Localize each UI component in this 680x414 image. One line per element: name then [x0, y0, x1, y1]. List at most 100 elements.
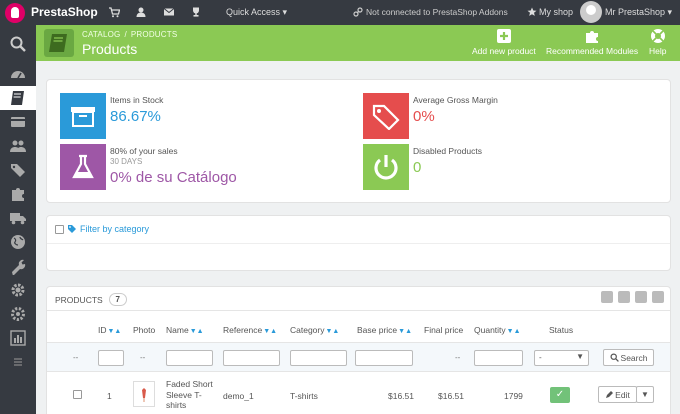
filter-by-category[interactable]: Filter by category: [55, 224, 149, 234]
add-new-product-button[interactable]: Add new product: [472, 28, 536, 56]
kpi-value: 0: [413, 159, 422, 176]
sidebar-item-modules[interactable]: [0, 182, 36, 206]
product-reference: demo_1: [223, 391, 254, 401]
column-header-quantity[interactable]: Quantity▼▲: [474, 325, 521, 335]
prestashop-logo-icon[interactable]: [5, 3, 25, 23]
help-button[interactable]: Help: [649, 28, 666, 56]
kpi-value: 0% de su Catálogo: [110, 169, 237, 186]
filter-name-input[interactable]: [166, 350, 213, 366]
search-button[interactable]: Search: [603, 349, 654, 366]
row-select-checkbox[interactable]: [73, 390, 82, 399]
filter-reference-input[interactable]: [223, 350, 280, 366]
addons-connection-status[interactable]: Not connected to PrestaShop Addons: [366, 7, 508, 17]
column-header-final-price: Final price: [424, 325, 464, 335]
filter-quantity-input[interactable]: [474, 350, 523, 366]
sort-arrows-icon: ▼▲: [107, 328, 122, 335]
message-icon[interactable]: [163, 6, 175, 18]
sidebar-item-price-rules[interactable]: [0, 158, 36, 182]
sidebar-item-customers[interactable]: [0, 134, 36, 158]
panel-toolbar: [601, 291, 664, 303]
sort-arrows-icon: ▼▲: [506, 328, 521, 335]
cog-icon: [11, 307, 25, 321]
product-photo: [133, 381, 155, 407]
kpi-items-in-stock[interactable]: Items in Stock 86.67%: [60, 93, 360, 139]
link-icon: [353, 7, 363, 17]
product-category: T-shirts: [290, 391, 318, 401]
breadcrumb-products[interactable]: PRODUCTS: [131, 30, 178, 39]
filter-by-category-link[interactable]: Filter by category: [80, 224, 149, 234]
column-header-photo: Photo: [133, 325, 156, 335]
import-cloud-icon[interactable]: [635, 291, 647, 303]
column-header-base-price[interactable]: Base price▼▲: [357, 325, 412, 335]
quick-access-menu[interactable]: Quick Access ▾: [226, 7, 287, 18]
product-name[interactable]: Faded Short Sleeve T- shirts: [166, 379, 213, 411]
top-bar: PrestaShop Quick Access ▾ Not connected …: [0, 0, 680, 25]
globe-icon: [11, 235, 25, 249]
product-id: 1: [107, 391, 112, 401]
kpi-gross-margin[interactable]: Average Gross Margin 0%: [363, 93, 663, 139]
customer-icon[interactable]: [135, 6, 147, 18]
divider: [47, 310, 670, 311]
sidebar: [0, 25, 36, 414]
filter-base-price-input[interactable]: [355, 350, 413, 366]
sort-arrows-icon: ▼▲: [325, 328, 340, 335]
wrench-icon: [12, 259, 26, 275]
column-header-category[interactable]: Category▼▲: [290, 325, 339, 335]
add-icon[interactable]: [601, 291, 613, 303]
kpi-label: Disabled Products: [413, 146, 482, 156]
sidebar-item-advanced[interactable]: [0, 278, 36, 302]
sidebar-item-shipping[interactable]: [0, 206, 36, 230]
brand-name[interactable]: PrestaShop: [31, 5, 98, 19]
user-avatar[interactable]: [580, 1, 602, 23]
kpi-sales[interactable]: 80% of your sales 30 DAYS 0% de su Catál…: [60, 144, 360, 190]
credit-card-icon: [11, 117, 25, 127]
column-header-id[interactable]: ID▼▲: [98, 325, 121, 335]
sidebar-collapse[interactable]: [0, 350, 36, 374]
products-panel-title: PRODUCTS 7: [55, 293, 127, 306]
kpi-disabled-products[interactable]: Disabled Products 0: [363, 144, 663, 190]
breadcrumb-catalog[interactable]: CATALOG: [82, 30, 120, 39]
sidebar-item-dashboard[interactable]: [0, 62, 36, 86]
sidebar-item-catalog[interactable]: [0, 86, 36, 110]
kpi-value: 86.67%: [110, 108, 161, 125]
filter-id-input[interactable]: [98, 350, 124, 366]
power-icon: [363, 144, 409, 190]
recommended-modules-button[interactable]: Recommended Modules: [546, 28, 638, 56]
filter-status-select[interactable]: - ▼: [534, 350, 589, 366]
export-icon[interactable]: [618, 291, 630, 303]
sidebar-item-stats[interactable]: [0, 326, 36, 350]
product-final-price: $16.51: [438, 391, 464, 401]
sidebar-item-orders[interactable]: [0, 110, 36, 134]
plus-square-icon: [496, 29, 511, 43]
tags-icon: [11, 164, 25, 177]
column-header-reference[interactable]: Reference▼▲: [223, 325, 277, 335]
filter-category-input[interactable]: [290, 350, 347, 366]
status-enabled-toggle[interactable]: ✓: [550, 387, 570, 403]
caret-down-icon: ▼: [641, 390, 649, 399]
trophy-icon[interactable]: [190, 6, 202, 18]
sidebar-item-administration[interactable]: [0, 302, 36, 326]
filter-placeholder: --: [73, 353, 79, 362]
user-menu[interactable]: Mr PrestaShop ▾: [605, 7, 672, 18]
table-filter-row: -- -- -- - ▼ Search: [47, 342, 670, 372]
customers-group-icon: [10, 140, 26, 152]
products-title: PRODUCTS: [55, 294, 103, 305]
cart-icon[interactable]: [108, 6, 120, 18]
price-tag-icon: [363, 93, 409, 139]
bar-chart-icon: [10, 330, 26, 346]
filter-by-category-checkbox[interactable]: [55, 224, 64, 234]
sidebar-item-localization[interactable]: [0, 230, 36, 254]
edit-button[interactable]: Edit: [598, 386, 637, 403]
puzzle-icon: [12, 188, 24, 201]
star-icon: [527, 7, 537, 16]
sort-arrows-icon: ▼▲: [398, 328, 413, 335]
sidebar-item-search[interactable]: [0, 32, 36, 56]
refresh-icon[interactable]: [652, 291, 664, 303]
column-header-name[interactable]: Name▼▲: [166, 325, 204, 335]
breadcrumb: CATALOG / PRODUCTS: [82, 30, 178, 39]
my-shop-link[interactable]: My shop: [539, 7, 573, 17]
row-actions-dropdown[interactable]: ▼: [636, 386, 654, 403]
divider: [47, 243, 670, 244]
sidebar-item-preferences[interactable]: [0, 254, 36, 278]
sort-arrows-icon: ▼▲: [189, 328, 204, 335]
